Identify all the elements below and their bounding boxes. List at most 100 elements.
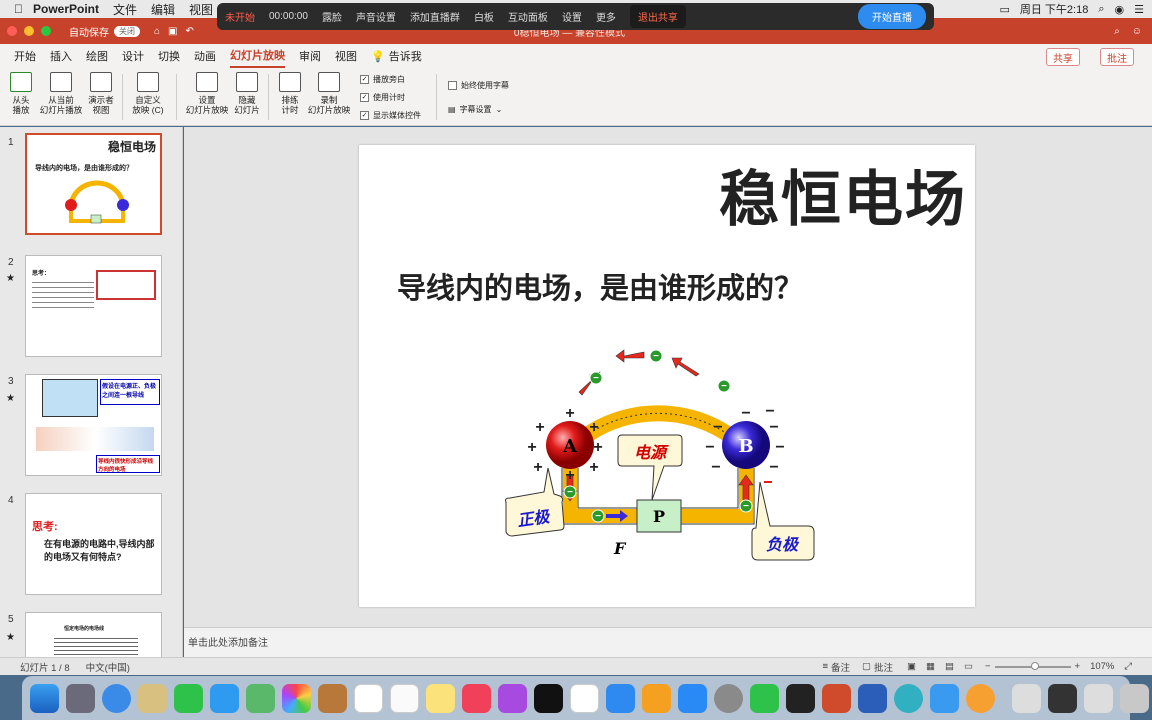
slide-thumbnail-3[interactable]: 假设在电源正、负极之间连一根导线 导线内很快形成沿导线方向的电场: [25, 374, 162, 476]
app-menu[interactable]: PowerPoint: [33, 2, 99, 16]
subtitles-checkbox[interactable]: 始终使用字幕: [448, 80, 509, 91]
live-item-settings[interactable]: 设置: [562, 9, 582, 24]
pages-icon[interactable]: [642, 683, 671, 713]
messages-icon[interactable]: [210, 683, 239, 713]
numbers-icon[interactable]: [570, 683, 599, 713]
slide-thumbnail-4[interactable]: 思考: 在有电源的电路中,导线内部的电场又有何特点?: [25, 493, 162, 595]
rehearse-timing-button[interactable]: 排练 计时: [276, 72, 304, 115]
slide-thumbnail-1[interactable]: 稳恒电场 导线内的电场，是由谁形成的？: [25, 133, 162, 235]
live-item-audio[interactable]: 声音设置: [356, 9, 396, 24]
menu-edit[interactable]: 编辑: [151, 1, 175, 18]
normal-view-icon[interactable]: ▣: [907, 661, 916, 672]
wps-icon[interactable]: [894, 683, 923, 713]
tab-slideshow[interactable]: 幻灯片放映: [230, 44, 285, 68]
powerpoint-icon[interactable]: [822, 683, 851, 713]
keynote-icon[interactable]: [606, 683, 635, 713]
tab-view[interactable]: 视图: [335, 45, 357, 67]
slide-sorter-icon[interactable]: ▦: [926, 661, 935, 672]
tab-review[interactable]: 审阅: [299, 45, 321, 67]
notes-placeholder[interactable]: 单击此处添加备注: [188, 638, 268, 649]
circuit-diagram[interactable]: −−− −−− A B ++ ++ ++ ++ −− −− −− − − P 电…: [494, 340, 824, 570]
slideshow-view-icon[interactable]: ▭: [964, 661, 973, 672]
safari-icon[interactable]: [102, 683, 131, 713]
qq-icon[interactable]: [786, 683, 815, 713]
undo-icon[interactable]: ↶: [186, 26, 194, 37]
subtitle-settings-button[interactable]: ▤ 字幕设置 ⌄: [448, 104, 502, 115]
zoom-slider[interactable]: [994, 661, 1071, 670]
tv-icon[interactable]: [534, 683, 563, 713]
comments-button[interactable]: 批注: [1100, 48, 1134, 66]
comments-toggle[interactable]: 批注: [874, 660, 893, 674]
facetime-icon[interactable]: [174, 683, 203, 713]
app-store-icon[interactable]: [678, 683, 707, 713]
home-icon[interactable]: ⌂: [154, 26, 160, 37]
trash-icon[interactable]: [1120, 683, 1149, 713]
zoom-level[interactable]: 107%: [1090, 661, 1114, 672]
search-icon[interactable]: ⌕: [1114, 26, 1120, 37]
calendar-icon[interactable]: [354, 683, 383, 713]
tab-transitions[interactable]: 切换: [158, 45, 180, 67]
setup-slideshow-button[interactable]: 设置 幻灯片放映: [184, 72, 230, 115]
battery-icon[interactable]: ▭: [999, 3, 1009, 16]
tab-animations[interactable]: 动画: [194, 45, 216, 67]
menu-file[interactable]: 文件: [113, 1, 137, 18]
word-icon[interactable]: [858, 683, 887, 713]
tell-me-field[interactable]: 告诉我: [389, 45, 422, 67]
slide-thumbnail-5[interactable]: 恒定电场的电场线: [25, 612, 162, 657]
minimize-window-button[interactable]: [24, 26, 34, 36]
recent-item-icon[interactable]: [1084, 683, 1113, 713]
presenter-view-button[interactable]: 演示者 视图: [86, 72, 116, 115]
autosave-toggle[interactable]: 关闭: [114, 25, 140, 37]
zoom-in-icon[interactable]: +: [1075, 661, 1081, 672]
hide-slide-button[interactable]: 隐藏 幻灯片: [232, 72, 262, 115]
tab-design[interactable]: 设计: [122, 45, 144, 67]
live-item-panel[interactable]: 互动面板: [508, 9, 548, 24]
preview-icon[interactable]: [138, 683, 167, 713]
live-item-whiteboard[interactable]: 白板: [474, 9, 494, 24]
reminders-icon[interactable]: [390, 683, 419, 713]
zoom-window-button[interactable]: [41, 26, 51, 36]
tab-draw[interactable]: 绘图: [86, 45, 108, 67]
fit-slide-icon[interactable]: ⤢: [1124, 661, 1132, 672]
slide-question[interactable]: 导线内的电场，是由谁形成的？: [397, 265, 803, 307]
tab-insert[interactable]: 插入: [50, 45, 72, 67]
notes-toggle[interactable]: 备注: [831, 660, 850, 674]
notes-app-icon[interactable]: [426, 683, 455, 713]
comments-icon[interactable]: ▢: [862, 661, 871, 672]
account-icon[interactable]: ☺: [1132, 26, 1142, 37]
control-center-icon[interactable]: ◉: [1115, 3, 1125, 16]
contacts-icon[interactable]: [318, 683, 347, 713]
notes-icon[interactable]: ≡: [822, 661, 828, 672]
save-icon[interactable]: ▣: [168, 26, 177, 37]
list-icon[interactable]: ☰: [1134, 3, 1144, 16]
custom-show-button[interactable]: 自定义 放映 (C): [128, 72, 168, 115]
finder-icon[interactable]: [30, 683, 59, 713]
system-preferences-icon[interactable]: [714, 683, 743, 713]
recent-item-icon[interactable]: [1048, 683, 1077, 713]
tencent-video-icon[interactable]: [966, 683, 995, 713]
reading-view-icon[interactable]: ▤: [945, 661, 954, 672]
launchpad-icon[interactable]: [66, 683, 95, 713]
zoom-slider-thumb[interactable]: [1030, 661, 1039, 670]
tab-home[interactable]: 开始: [14, 45, 36, 67]
recent-item-icon[interactable]: [1012, 683, 1041, 713]
narration-checkbox[interactable]: ✓ 播放旁白: [360, 74, 405, 85]
slide-thumbnail-pane[interactable]: 1 稳恒电场 导线内的电场，是由谁形成的？ 2 ★ 思考： 3 ★ 假设在电源正…: [0, 127, 183, 657]
wechat-icon[interactable]: [750, 683, 779, 713]
slide-title[interactable]: 稳恒电场: [719, 151, 967, 238]
exit-share-button[interactable]: 退出共享: [629, 5, 686, 28]
language-indicator[interactable]: 中文(中国): [86, 660, 130, 674]
live-item-group[interactable]: 添加直播群: [410, 9, 460, 24]
media-controls-checkbox[interactable]: ✓ 显示媒体控件: [360, 110, 421, 121]
record-slideshow-button[interactable]: 录制 幻灯片放映: [306, 72, 352, 115]
play-from-current-button[interactable]: 从当前 幻灯片播放: [38, 72, 84, 115]
live-item-camera[interactable]: 露脸: [322, 9, 342, 24]
datetime[interactable]: 周日 下午2:18: [1020, 1, 1088, 17]
maps-icon[interactable]: [246, 683, 275, 713]
slide-thumbnail-2[interactable]: 思考：: [25, 255, 162, 357]
play-from-start-button[interactable]: 从头 播放: [8, 72, 34, 115]
apple-icon[interactable]: : [14, 2, 23, 16]
photos-icon[interactable]: [282, 683, 311, 713]
current-slide[interactable]: 稳恒电场 导线内的电场，是由谁形成的？ − − − − − − A B + + …: [359, 145, 975, 607]
music-icon[interactable]: [462, 683, 491, 713]
